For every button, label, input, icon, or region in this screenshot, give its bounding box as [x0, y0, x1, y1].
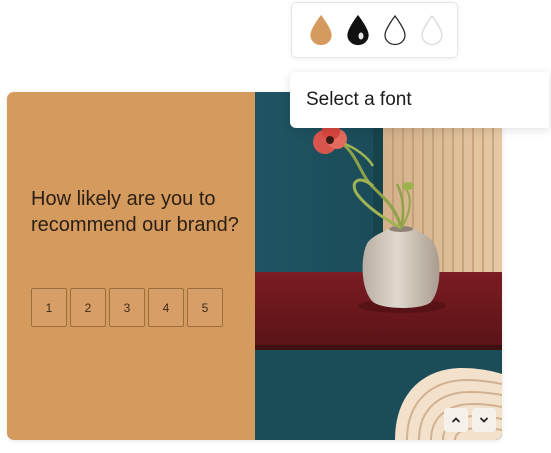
survey-preview-card: How likely are you to recommend our bran… [7, 92, 502, 440]
chevron-up-icon [452, 417, 460, 423]
chevron-down-icon [480, 417, 488, 423]
rating-option-3[interactable]: 3 [109, 288, 145, 327]
rating-option-5[interactable]: 5 [187, 288, 223, 327]
decorative-photo [255, 92, 502, 440]
navigation-controls [444, 408, 496, 432]
light-swatch[interactable] [419, 14, 445, 46]
theme-editor: Select a font How likely are you to reco… [0, 0, 551, 453]
font-select-label: Select a font [306, 89, 412, 110]
next-question-button[interactable] [472, 408, 496, 432]
rating-option-4[interactable]: 4 [148, 288, 184, 327]
black-swatch[interactable] [345, 14, 371, 46]
question-text: How likely are you to recommend our bran… [31, 188, 239, 236]
rating-option-1[interactable]: 1 [31, 288, 67, 327]
question-panel: How likely are you to recommend our bran… [7, 92, 255, 440]
color-swatch-panel [291, 2, 458, 58]
previous-question-button[interactable] [444, 408, 468, 432]
white-swatch[interactable] [382, 14, 408, 46]
rating-option-2[interactable]: 2 [70, 288, 106, 327]
font-select-dropdown[interactable]: Select a font [290, 72, 549, 128]
vase-flower-image [255, 92, 502, 440]
rating-scale: 12345 [31, 288, 223, 327]
tan-swatch[interactable] [308, 14, 334, 46]
